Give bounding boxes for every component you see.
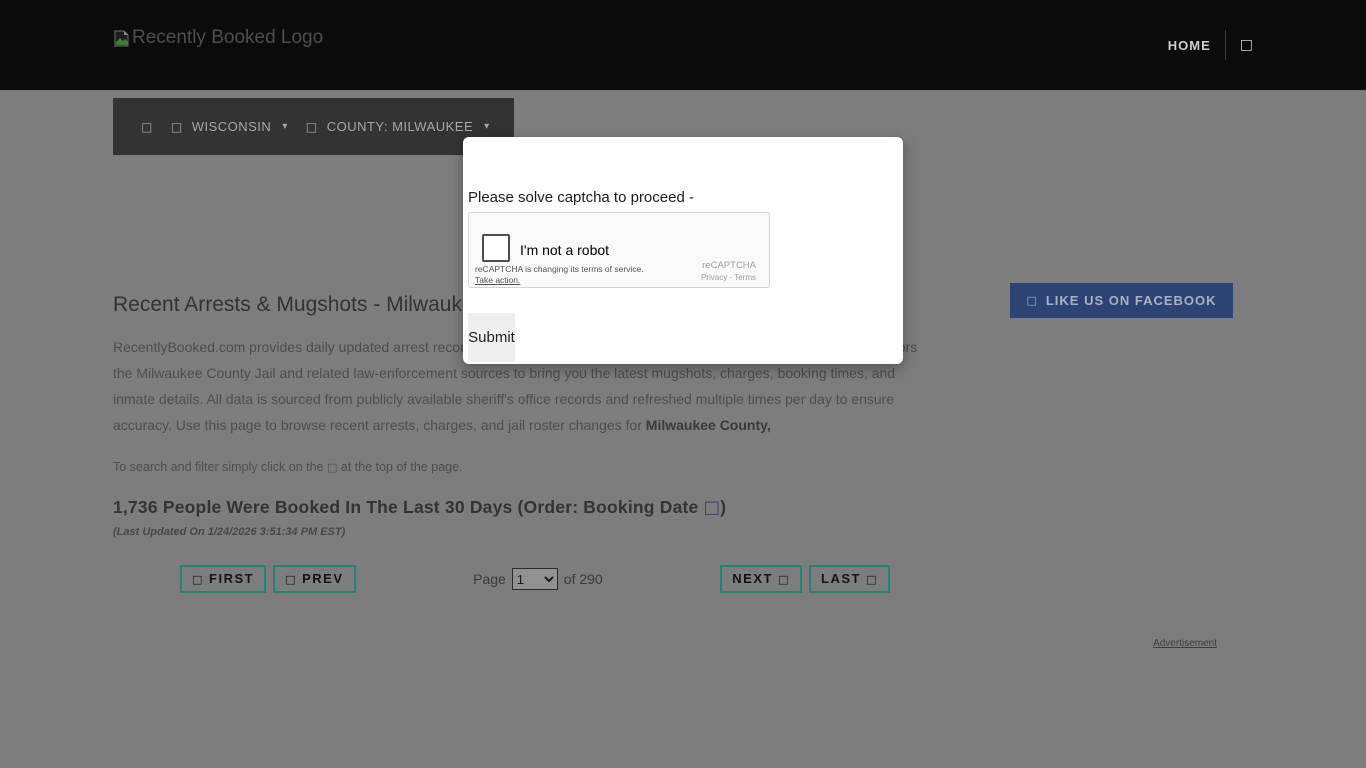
header-nav: HOME □ [1168, 30, 1253, 60]
search-hint: To search and filter simply click on the… [113, 460, 933, 474]
pagination: □ FIRST □ PREV Page 1 of 290 NEXT □ LAST… [113, 565, 933, 593]
like-us-on-facebook-button[interactable]: □ LIKE US ON FACEBOOK [1010, 283, 1233, 318]
captcha-modal: Please solve captcha to proceed - I'm no… [463, 137, 903, 364]
page-indicator: Page 1 of 290 [473, 568, 603, 590]
recaptcha-widget: I'm not a robot reCAPTCHA is changing it… [468, 212, 770, 288]
last-updated-text: (Last Updated On 1/24/2026 3:51:34 PM ES… [113, 526, 933, 538]
state-dropdown[interactable]: □ WISCONSIN ▾ [171, 119, 288, 134]
page-select[interactable]: 1 [512, 568, 558, 590]
filter-menu-button[interactable]: □ [141, 120, 153, 134]
logo-alt-text: Recently Booked Logo [132, 27, 323, 49]
home-link[interactable]: HOME [1168, 38, 1211, 53]
state-dropdown-label: WISCONSIN [192, 119, 272, 134]
filter-bar: □ □ WISCONSIN ▾ □ COUNTY: MILWAUKEE ▾ [113, 98, 514, 155]
state-icon: □ [171, 120, 183, 134]
sort-order-icon[interactable]: □ [704, 498, 721, 518]
first-icon: □ [192, 573, 204, 586]
first-page-button[interactable]: □ FIRST [180, 565, 266, 593]
facebook-icon: □ [1026, 294, 1037, 307]
recaptcha-privacy-link[interactable]: Privacy [701, 273, 727, 282]
county-icon: □ [306, 120, 318, 134]
last-icon: □ [866, 573, 878, 586]
site-header: Recently Booked Logo HOME □ [0, 0, 1366, 90]
chevron-down-icon: ▾ [484, 121, 490, 132]
intro-bold-text: Milwaukee County, [646, 417, 771, 433]
recaptcha-terms-link[interactable]: Terms [734, 273, 756, 282]
nav-divider [1225, 30, 1226, 60]
prev-icon: □ [285, 573, 297, 586]
advertisement-link[interactable]: Advertisement [1153, 638, 1217, 649]
recaptcha-notice: reCAPTCHA is changing its terms of servi… [475, 264, 644, 274]
page-label: Page [473, 571, 506, 587]
next-icon: □ [778, 573, 790, 586]
captcha-prompt: Please solve captcha to proceed - [468, 189, 898, 206]
booked-count-heading: 1,736 People Were Booked In The Last 30 … [113, 497, 933, 518]
county-dropdown[interactable]: □ COUNTY: MILWAUKEE ▾ [306, 119, 490, 134]
broken-image-icon [113, 30, 130, 47]
search-icon[interactable]: □ [1240, 37, 1253, 53]
recaptcha-take-action-link[interactable]: Take action. [475, 275, 520, 285]
chevron-down-icon: ▾ [282, 121, 288, 132]
prev-page-button[interactable]: □ PREV [273, 565, 355, 593]
site-logo[interactable]: Recently Booked Logo [113, 27, 323, 49]
sidebar: □ LIKE US ON FACEBOOK Advertisement [1010, 283, 1253, 649]
recaptcha-checkbox[interactable] [482, 234, 510, 262]
county-dropdown-label: COUNTY: MILWAUKEE [327, 119, 473, 134]
search-hint-icon: □ [327, 461, 337, 474]
last-page-button[interactable]: LAST □ [809, 565, 890, 593]
recaptcha-logo-text: reCAPTCHA [702, 260, 756, 271]
recaptcha-checkbox-label: I'm not a robot [520, 242, 609, 258]
next-page-button[interactable]: NEXT □ [720, 565, 802, 593]
submit-button[interactable]: Submit [468, 313, 515, 362]
page-count-label: of 290 [564, 571, 603, 587]
recaptcha-links: Privacy - Terms [701, 273, 756, 282]
menu-icon: □ [141, 120, 153, 134]
